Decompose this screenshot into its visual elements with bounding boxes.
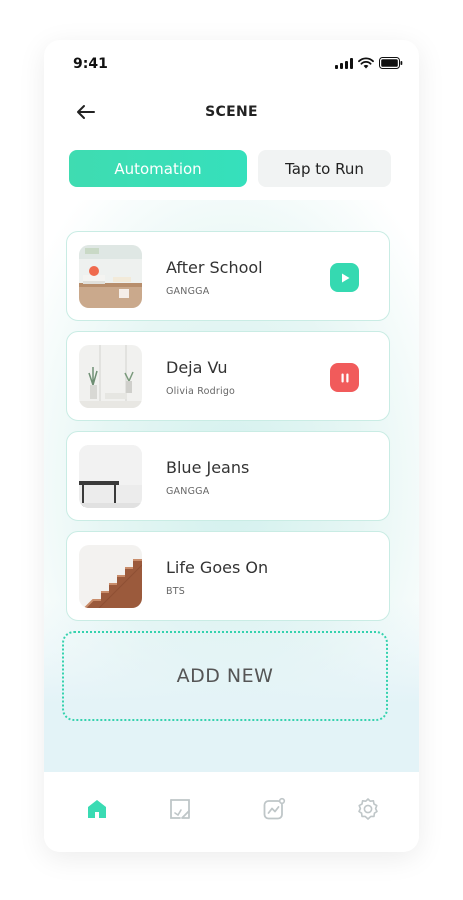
settings-icon bbox=[358, 798, 378, 820]
play-icon bbox=[341, 273, 349, 282]
tab-tap-to-run[interactable]: Tap to Run bbox=[258, 150, 391, 187]
scene-thumbnail bbox=[79, 545, 142, 608]
scene-thumbnail bbox=[79, 445, 142, 508]
play-button[interactable] bbox=[330, 263, 359, 292]
header: SCENE bbox=[44, 96, 419, 128]
signal-icon bbox=[335, 57, 353, 69]
scene-subtitle: Olivia Rodrigo bbox=[166, 386, 236, 397]
scene-subtitle: BTS bbox=[166, 586, 185, 597]
scene-card-after-school[interactable]: After School GANGGA bbox=[66, 231, 390, 321]
page-title: SCENE bbox=[205, 104, 258, 120]
nav-stats[interactable] bbox=[261, 796, 287, 822]
phone-screen: 9:41 SCENE Automation Tap to Run After S… bbox=[44, 40, 419, 852]
scene-card-deja-vu[interactable]: Deja Vu Olivia Rodrigo bbox=[66, 331, 390, 421]
stats-icon bbox=[263, 797, 286, 820]
scene-title: Blue Jeans bbox=[166, 458, 250, 477]
scene-icon bbox=[170, 799, 190, 819]
pause-button[interactable] bbox=[330, 363, 359, 392]
status-time: 9:41 bbox=[73, 56, 108, 72]
battery-icon bbox=[379, 57, 403, 69]
scene-card-life-goes-on[interactable]: Life Goes On BTS bbox=[66, 531, 390, 621]
scene-thumbnail bbox=[79, 345, 142, 408]
scene-title: Deja Vu bbox=[166, 358, 228, 377]
scene-title: After School bbox=[166, 258, 263, 277]
scene-subtitle: GANGGA bbox=[166, 486, 210, 497]
nav-home[interactable] bbox=[84, 796, 110, 822]
add-new-button[interactable]: ADD NEW bbox=[62, 631, 388, 721]
scene-subtitle: GANGGA bbox=[166, 286, 210, 297]
pause-icon bbox=[341, 373, 348, 382]
home-icon bbox=[88, 800, 106, 818]
nav-settings[interactable] bbox=[355, 796, 381, 822]
tab-bar: Automation Tap to Run bbox=[69, 150, 391, 187]
status-icons bbox=[335, 57, 403, 69]
bottom-nav bbox=[44, 772, 419, 852]
tab-automation[interactable]: Automation bbox=[69, 150, 247, 187]
wifi-icon bbox=[358, 57, 374, 69]
nav-scene[interactable] bbox=[167, 796, 193, 822]
scene-thumbnail bbox=[79, 245, 142, 308]
scene-card-blue-jeans[interactable]: Blue Jeans GANGGA bbox=[66, 431, 390, 521]
status-bar: 9:41 bbox=[44, 40, 419, 84]
scene-title: Life Goes On bbox=[166, 558, 269, 577]
